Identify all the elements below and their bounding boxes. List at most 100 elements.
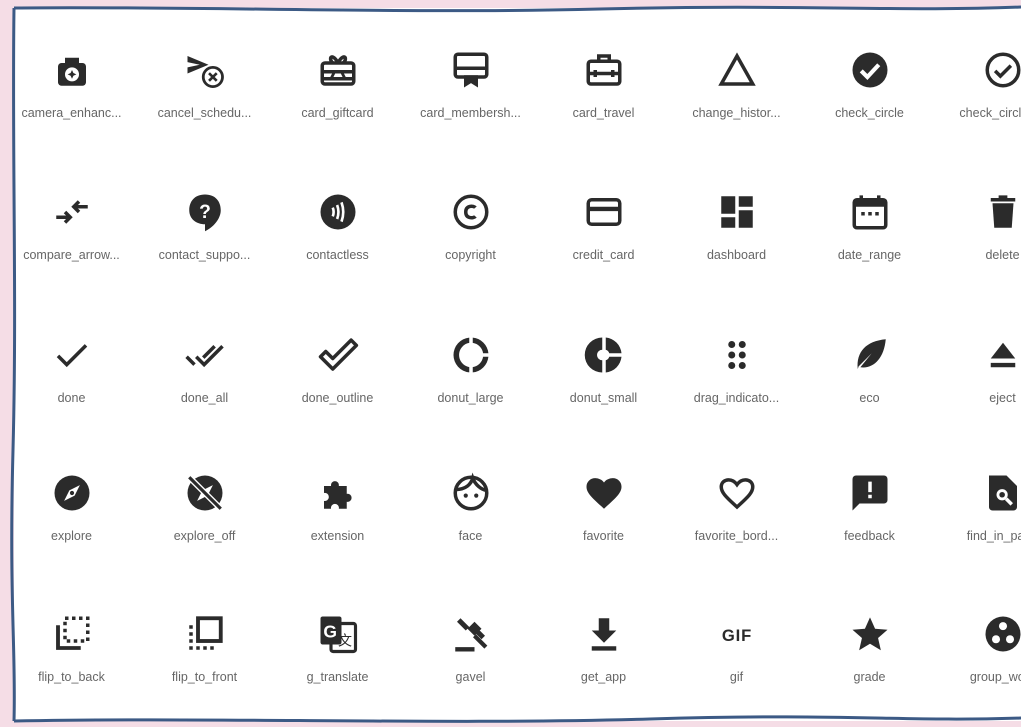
icon-tile-date-range[interactable]: date_range <box>803 190 936 333</box>
icon-label: group_work <box>969 670 1021 684</box>
icon-label: explore <box>51 529 92 543</box>
favorite-icon <box>582 471 626 515</box>
explore-icon <box>50 471 94 515</box>
icon-tile-check-circle-outline[interactable]: check_circle_... <box>936 48 1021 190</box>
icon-tile-contact-support[interactable]: ? contact_suppo... <box>138 190 271 333</box>
icon-label: camera_enhanc... <box>21 106 122 120</box>
icon-label: gavel <box>455 670 486 684</box>
contactless-icon <box>316 190 360 234</box>
icon-tile-done[interactable]: done <box>14 333 138 471</box>
icon-tile-cancel-schedule-send[interactable]: cancel_schedu... <box>138 48 271 190</box>
camera-enhance-icon <box>50 48 94 92</box>
icon-label: done_outline <box>301 391 374 405</box>
check-circle-icon <box>848 48 892 92</box>
icon-tile-grade[interactable]: grade <box>803 612 936 721</box>
icon-label: contactless <box>306 248 369 262</box>
delete-icon <box>981 190 1021 234</box>
grade-icon <box>848 612 892 656</box>
icon-tile-find-in-page[interactable]: find_in_page <box>936 471 1021 612</box>
icon-tile-donut-large[interactable]: donut_large <box>404 333 537 471</box>
credit-card-icon <box>582 190 626 234</box>
icon-label: grade <box>853 670 886 684</box>
card-travel-icon <box>582 48 626 92</box>
get-app-icon <box>582 612 626 656</box>
icon-tile-gavel[interactable]: gavel <box>404 612 537 721</box>
icon-label: face <box>458 529 483 543</box>
icon-tile-credit-card[interactable]: credit_card <box>537 190 670 333</box>
icon-label: drag_indicato... <box>693 391 780 405</box>
icon-label: delete <box>985 248 1020 262</box>
icon-tile-dashboard[interactable]: dashboard <box>670 190 803 333</box>
icon-tile-favorite-border[interactable]: favorite_bord... <box>670 471 803 612</box>
icon-tile-drag-indicator[interactable]: drag_indicato... <box>670 333 803 471</box>
icon-label: done <box>57 391 86 405</box>
contact-support-icon: ? <box>183 190 227 234</box>
face-icon <box>449 471 493 515</box>
icon-tile-donut-small[interactable]: donut_small <box>537 333 670 471</box>
icon-tile-feedback[interactable]: feedback <box>803 471 936 612</box>
flip-to-back-icon <box>50 612 94 656</box>
copyright-icon <box>449 190 493 234</box>
icon-tile-compare-arrows[interactable]: compare_arrow... <box>14 190 138 333</box>
change-history-icon <box>715 48 759 92</box>
icon-tile-get-app[interactable]: get_app <box>537 612 670 721</box>
icon-label: donut_large <box>437 391 504 405</box>
done-all-icon <box>183 333 227 377</box>
icon-label: card_membersh... <box>420 106 521 120</box>
icon-tile-card-membership[interactable]: card_membersh... <box>404 48 537 190</box>
icon-tile-card-travel[interactable]: card_travel <box>537 48 670 190</box>
g-translate-icon: G文 <box>316 612 360 656</box>
card-membership-icon <box>449 48 493 92</box>
gavel-icon <box>449 612 493 656</box>
icon-label: compare_arrow... <box>23 248 120 262</box>
compare-arrows-icon <box>50 190 94 234</box>
explore-off-icon <box>183 471 227 515</box>
icon-grid: camera_enhanc... cancel_schedu... card_gif… <box>14 48 1021 721</box>
icon-tile-done-outline[interactable]: done_outline <box>271 333 404 471</box>
svg-text:GIF: GIF <box>721 626 751 645</box>
icon-tile-explore[interactable]: explore <box>14 471 138 612</box>
drag-indicator-icon <box>715 333 759 377</box>
flip-to-front-icon <box>183 612 227 656</box>
icon-label: eject <box>989 391 1016 405</box>
icon-tile-check-circle[interactable]: check_circle <box>803 48 936 190</box>
icon-tile-eject[interactable]: eject <box>936 333 1021 471</box>
icon-label: favorite_bord... <box>694 529 779 543</box>
icon-tile-extension[interactable]: extension <box>271 471 404 612</box>
icon-tile-done-all[interactable]: done_all <box>138 333 271 471</box>
group-work-icon <box>981 612 1021 656</box>
icon-tile-eco[interactable]: eco <box>803 333 936 471</box>
icon-label: done_all <box>180 391 229 405</box>
icon-label: favorite <box>583 529 624 543</box>
icon-label: donut_small <box>569 391 638 405</box>
check-circle-outline-icon <box>981 48 1021 92</box>
icon-tile-favorite[interactable]: favorite <box>537 471 670 612</box>
gif-icon: GIF <box>715 612 759 656</box>
icon-tile-group-work[interactable]: group_work <box>936 612 1021 721</box>
icon-tile-delete[interactable]: delete <box>936 190 1021 333</box>
icon-label: card_giftcard <box>301 106 374 120</box>
icon-label: flip_to_back <box>38 670 105 684</box>
icon-label: copyright <box>445 248 496 262</box>
svg-text:文: 文 <box>338 632 352 648</box>
icon-tile-face[interactable]: face <box>404 471 537 612</box>
svg-text:G: G <box>323 622 337 642</box>
icon-label: card_travel <box>572 106 635 120</box>
icon-tile-flip-to-back[interactable]: flip_to_back <box>14 612 138 721</box>
eject-icon <box>981 333 1021 377</box>
icon-tile-copyright[interactable]: copyright <box>404 190 537 333</box>
eco-icon <box>848 333 892 377</box>
icon-tile-explore-off[interactable]: explore_off <box>138 471 271 612</box>
icon-tile-contactless[interactable]: contactless <box>271 190 404 333</box>
icon-label: eco <box>859 391 880 405</box>
favorite-border-icon <box>715 471 759 515</box>
icon-gallery-panel: camera_enhanc... cancel_schedu... card_gif… <box>14 8 1021 721</box>
icon-tile-change-history[interactable]: change_histor... <box>670 48 803 190</box>
icon-tile-flip-to-front[interactable]: flip_to_front <box>138 612 271 721</box>
icon-tile-gif[interactable]: GIF gif <box>670 612 803 721</box>
icon-label: cancel_schedu... <box>157 106 252 120</box>
icon-tile-camera-enhance[interactable]: camera_enhanc... <box>14 48 138 190</box>
icon-tile-card-giftcard[interactable]: card_giftcard <box>271 48 404 190</box>
find-in-page-icon <box>981 471 1021 515</box>
icon-tile-g-translate[interactable]: G 文 g_translate <box>271 612 404 721</box>
